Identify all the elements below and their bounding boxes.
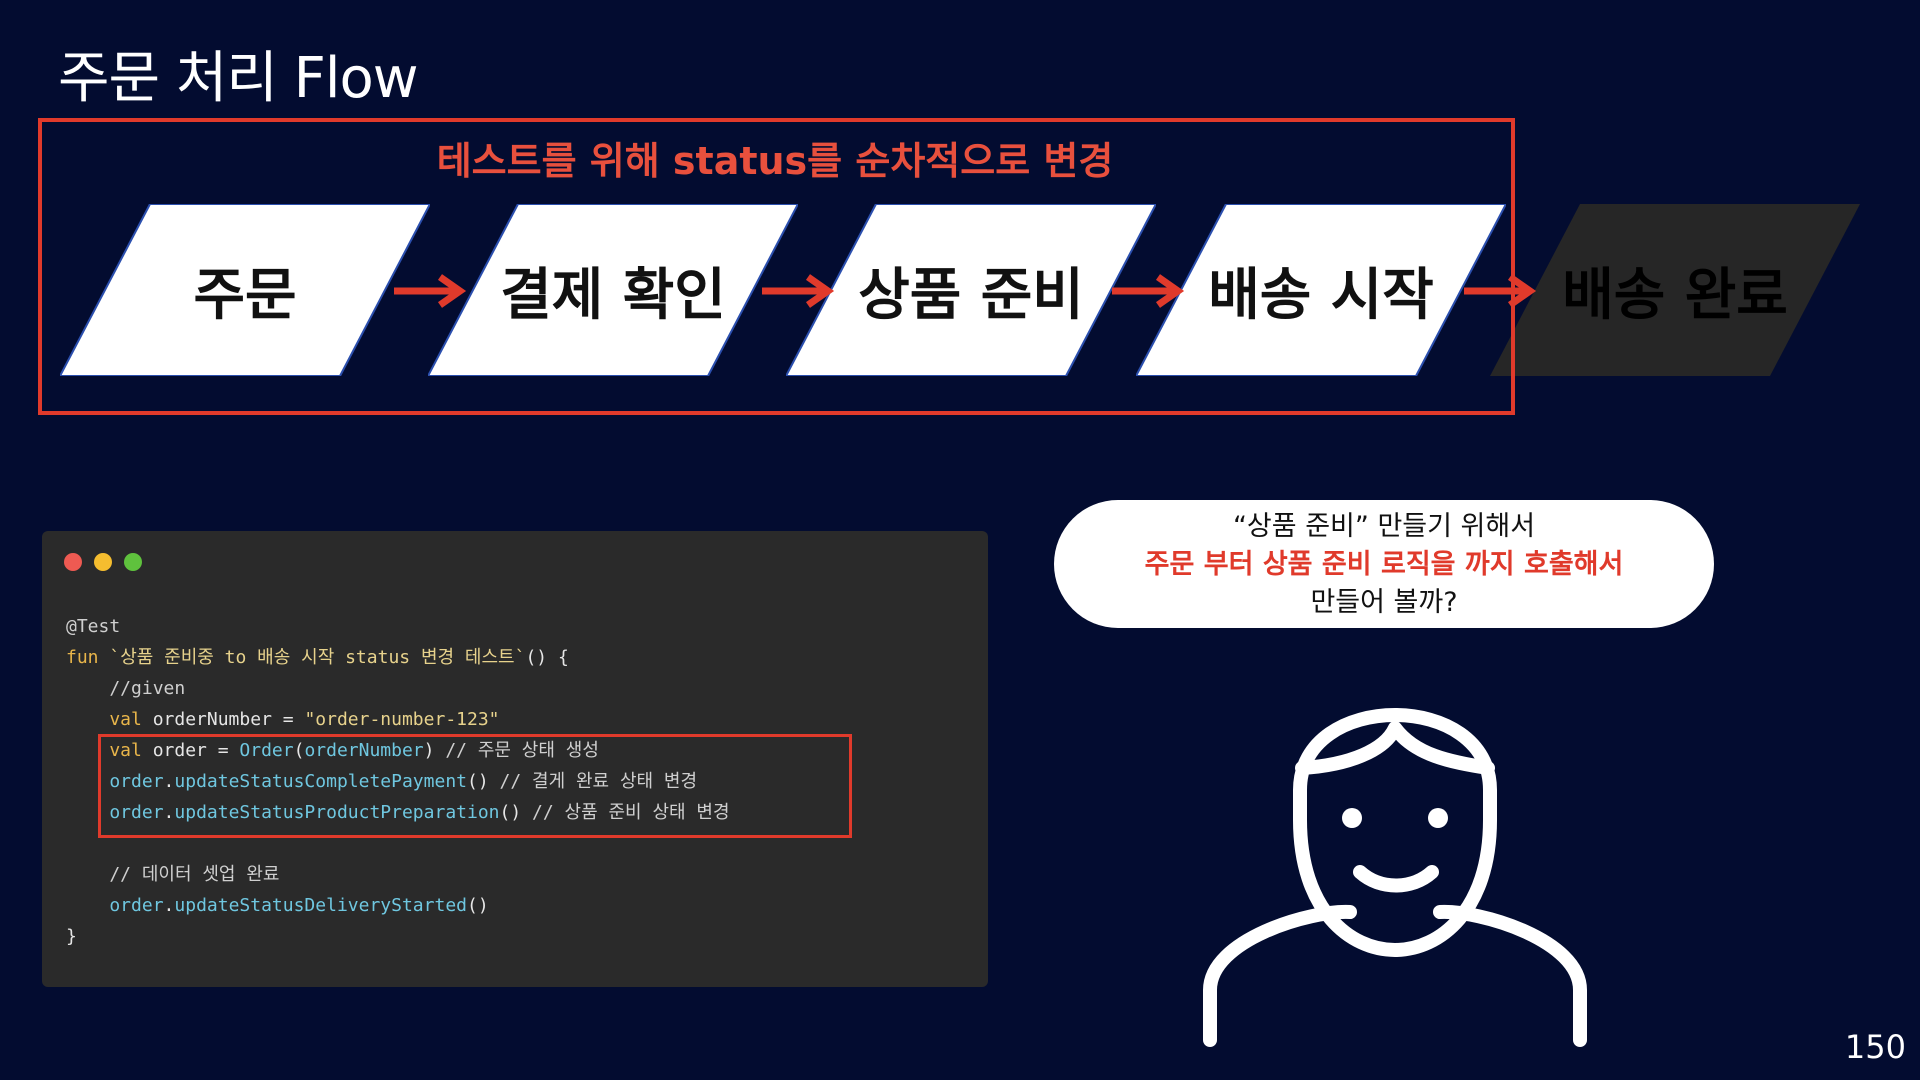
code-token: = [271,709,305,730]
minimize-dot-icon [94,553,112,571]
page-number: 150 [1844,1028,1906,1066]
flow-step-delivery-start: 배송 시작 [1136,204,1506,376]
code-token: order [66,895,164,916]
code-token: () [467,895,489,916]
code-token: fun [66,647,110,668]
code-line: @Test [66,613,120,641]
flow-step-preparation: 상품 준비 [786,204,1156,376]
flow-step-order: 주문 [60,204,430,376]
flow-step-label: 배송 완료 [1562,262,1788,328]
flow-step-label: 상품 준비 [858,262,1084,328]
code-line: fun `상품 준비중 to 배송 시작 status 변경 테스트`() { [66,644,569,672]
speech-bubble: “상품 준비” 만들기 위해서 주문 부터 상품 준비 로직을 까지 호출해서 … [1054,500,1714,628]
flow-arrow-icon [762,274,835,308]
flow-arrow-icon [1464,274,1537,308]
code-highlight-frame [98,734,852,838]
code-token: "order-number-123" [304,709,500,730]
code-line: //given [66,675,185,703]
code-token: orderNumber [152,709,272,730]
bubble-line: “상품 준비” 만들기 위해서 [1232,511,1536,542]
flow-note: 테스트를 위해 status를 순차적으로 변경 [436,139,1114,183]
flow-step-label: 주문 [193,262,297,328]
code-line: } [66,923,77,951]
code-token: `상품 준비중 to 배송 시작 status 변경 테스트` [109,647,526,668]
window-controls [64,553,142,571]
code-token: } [66,926,77,947]
bubble-line: 만들어 볼까? [1310,587,1458,618]
code-line: order.updateStatusDeliveryStarted() [66,892,489,920]
code-line: val orderNumber = "order-number-123" [66,706,500,734]
flow-step-payment: 결제 확인 [428,204,798,376]
code-token: . [163,895,175,916]
code-line: // 데이터 셋업 완료 [66,861,279,889]
code-token: updateStatusDeliveryStarted [174,895,467,916]
bubble-emphasis-line: 주문 부터 상품 준비 로직을 까지 호출해서 [1144,549,1624,580]
code-token: () { [525,647,569,668]
flow-step-delivery-complete: 배송 완료 [1490,204,1860,376]
person-smile-icon [1203,708,1587,1047]
flow-arrow-icon [1112,274,1185,308]
code-token: @Test [66,616,121,637]
flow-step-label: 결제 확인 [500,262,726,328]
flow-arrow-icon [394,274,467,308]
code-token: val [66,709,153,730]
slide-title: 주문 처리 Flow [58,46,419,111]
close-dot-icon [64,553,82,571]
code-token: // 데이터 셋업 완료 [66,864,280,885]
flow-step-label: 배송 시작 [1208,262,1434,328]
code-token: //given [66,678,186,699]
maximize-dot-icon [124,553,142,571]
